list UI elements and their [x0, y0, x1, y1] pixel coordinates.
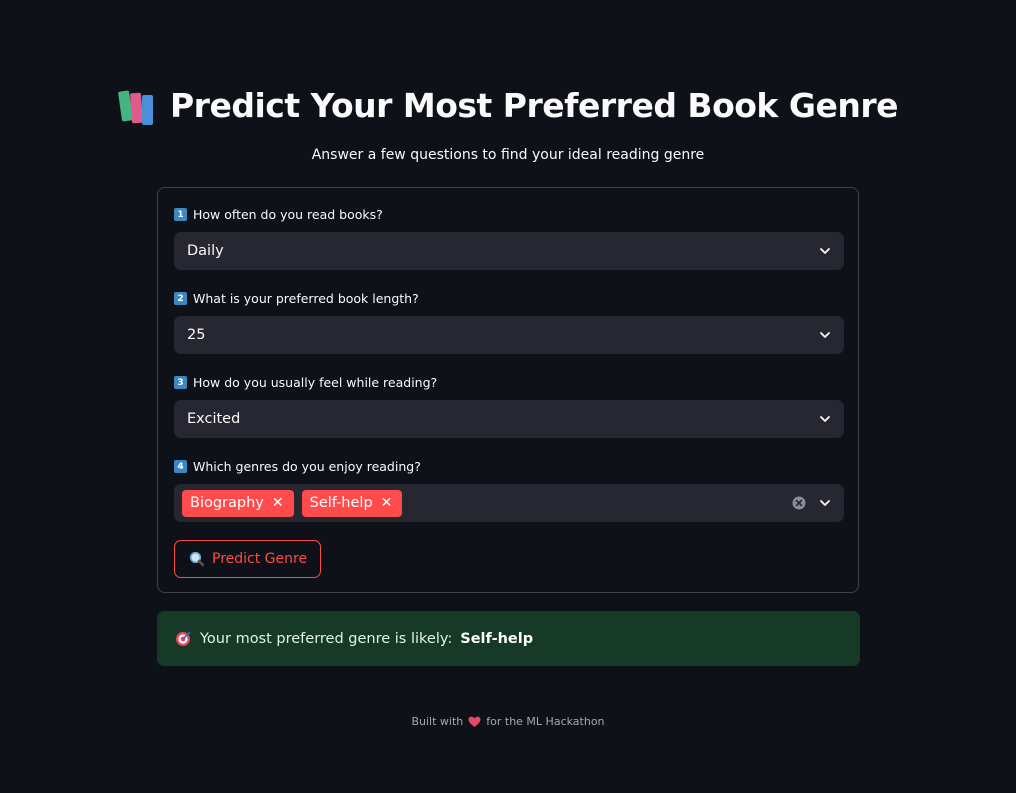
keycap-1-icon: 1 [174, 208, 187, 221]
question-2-label: 2 What is your preferred book length? [174, 291, 419, 306]
genre-tag-self-help[interactable]: Self-help ✕ [301, 489, 403, 517]
footer-text-before: Built with [411, 715, 464, 728]
books-icon [117, 88, 158, 125]
page-title-text: Predict Your Most Preferred Book Genre [170, 86, 898, 125]
clear-all-icon[interactable] [792, 496, 806, 510]
page-title: Predict Your Most Preferred Book Genre [0, 86, 1016, 125]
chevron-down-icon [820, 248, 830, 254]
genre-tag-label: Biography [190, 495, 264, 511]
question-1-label: 1 How often do you read books? [174, 207, 383, 222]
question-3-label: 3 How do you usually feel while reading? [174, 375, 437, 390]
target-icon [176, 631, 191, 646]
predict-button-label: Predict Genre [212, 551, 308, 567]
reading-frequency-value: Daily [187, 243, 224, 259]
app-page: Predict Your Most Preferred Book Genre A… [0, 0, 1016, 793]
genre-tag-biography[interactable]: Biography ✕ [182, 489, 294, 517]
keycap-4-icon: 4 [174, 460, 187, 473]
book-length-select[interactable]: 25 [174, 316, 844, 354]
genres-multiselect[interactable]: Biography ✕ Self-help ✕ [174, 484, 844, 522]
chevron-down-icon [820, 332, 830, 338]
heart-icon [468, 716, 481, 727]
reading-frequency-select[interactable]: Daily [174, 232, 844, 270]
keycap-3-icon: 3 [174, 376, 187, 389]
question-3-text: How do you usually feel while reading? [193, 375, 438, 390]
page-subtitle: Answer a few questions to find your idea… [311, 147, 705, 163]
question-2-text: What is your preferred book length? [193, 291, 419, 306]
chevron-down-icon[interactable] [818, 496, 832, 510]
genre-tag-label: Self-help [309, 495, 373, 511]
book-length-value: 25 [187, 327, 206, 343]
remove-tag-icon[interactable]: ✕ [381, 496, 393, 510]
question-4-label: 4 Which genres do you enjoy reading? [174, 459, 421, 474]
remove-tag-icon[interactable]: ✕ [272, 496, 284, 510]
chevron-down-icon [820, 416, 830, 422]
footer: Built with for the ML Hackathon [0, 715, 1016, 728]
prediction-form: 1 How often do you read books? Daily 2 W… [157, 187, 859, 593]
result-prefix: Your most preferred genre is likely: [200, 630, 453, 647]
result-success-box: Your most preferred genre is likely: Sel… [157, 611, 860, 666]
reading-feeling-value: Excited [187, 411, 241, 427]
magnifier-icon [189, 551, 205, 567]
predict-genre-button[interactable]: Predict Genre [174, 540, 322, 578]
predicted-genre: Self-help [460, 630, 534, 647]
question-4-text: Which genres do you enjoy reading? [193, 459, 421, 474]
keycap-2-icon: 2 [174, 292, 187, 305]
question-1-text: How often do you read books? [193, 207, 383, 222]
footer-text-after: for the ML Hackathon [486, 715, 605, 728]
reading-feeling-select[interactable]: Excited [174, 400, 844, 438]
